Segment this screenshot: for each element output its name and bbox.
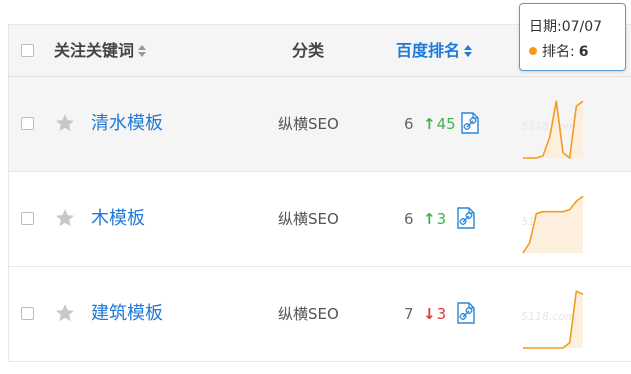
rank-change: ↓3 bbox=[423, 267, 446, 361]
tooltip-rank-value: 6 bbox=[578, 44, 589, 60]
rank-value: 6 bbox=[404, 115, 414, 133]
table-row: 清水模板 纵横SEO 6 ↑45 5118.com bbox=[9, 77, 631, 172]
tooltip-rank-label: 排名: bbox=[542, 44, 575, 60]
rank-up-arrow-icon: ↑ bbox=[423, 210, 436, 228]
snapshot-link-icon[interactable] bbox=[457, 207, 475, 229]
watermark-text: 5118.com bbox=[521, 310, 576, 323]
rank-column-label: 百度排名 bbox=[396, 41, 461, 60]
rank-trend-sparkline[interactable]: 5118.com bbox=[521, 181, 585, 257]
keyword-rank-table: 关注关键词 分类 百度排名 清水模板 纵横SEO 6 ↑45 5118.com … bbox=[8, 24, 631, 362]
row-checkbox[interactable] bbox=[21, 212, 34, 225]
star-icon[interactable] bbox=[54, 112, 76, 134]
keyword-link[interactable]: 木模板 bbox=[91, 172, 145, 266]
snapshot-link-icon[interactable] bbox=[461, 112, 479, 134]
rank-trend-sparkline[interactable]: 5118.com bbox=[521, 276, 585, 352]
row-checkbox[interactable] bbox=[21, 307, 34, 320]
rank-value: 6 bbox=[404, 210, 414, 228]
keyword-link[interactable]: 清水模板 bbox=[91, 77, 163, 171]
table-row: 木模板 纵横SEO 6 ↑3 5118.com bbox=[9, 172, 631, 267]
trend-tooltip: 日期:07/07 排名: 6 bbox=[519, 3, 626, 71]
category-column-label: 分类 bbox=[292, 41, 325, 60]
category-text: 纵横SEO bbox=[278, 210, 339, 228]
rank-change: ↑3 bbox=[423, 172, 446, 266]
series-dot-icon bbox=[529, 47, 537, 55]
rank-down-arrow-icon: ↓ bbox=[423, 305, 436, 323]
rank-column-header[interactable]: 百度排名 bbox=[396, 25, 473, 76]
select-all-checkbox[interactable] bbox=[21, 44, 34, 57]
keyword-link[interactable]: 建筑模板 bbox=[91, 267, 163, 361]
category-text: 纵横SEO bbox=[278, 305, 339, 323]
sort-arrows-icon[interactable] bbox=[464, 44, 473, 57]
rank-change-value: 45 bbox=[436, 115, 456, 133]
keyword-column-header[interactable]: 关注关键词 bbox=[54, 25, 147, 76]
star-icon[interactable] bbox=[54, 302, 76, 324]
tooltip-rank: 排名: 6 bbox=[529, 41, 588, 61]
category-text: 纵横SEO bbox=[278, 115, 339, 133]
snapshot-link-icon[interactable] bbox=[457, 302, 475, 324]
table-row: 建筑模板 纵横SEO 7 ↓3 5118.com bbox=[9, 267, 631, 361]
tooltip-date: 日期:07/07 bbox=[529, 19, 603, 35]
star-icon[interactable] bbox=[54, 207, 76, 229]
row-checkbox[interactable] bbox=[21, 117, 34, 130]
watermark-text: 5118.com bbox=[521, 120, 576, 133]
rank-up-arrow-icon: ↑ bbox=[423, 115, 436, 133]
rank-change-value: 3 bbox=[436, 305, 447, 323]
keyword-column-label: 关注关键词 bbox=[54, 41, 135, 60]
rank-change-value: 3 bbox=[436, 210, 447, 228]
rank-value: 7 bbox=[404, 305, 414, 323]
rank-change: ↑45 bbox=[423, 77, 456, 171]
rank-trend-sparkline[interactable]: 5118.com bbox=[521, 86, 585, 162]
sort-arrows-icon[interactable] bbox=[138, 44, 147, 57]
category-column-header: 分类 bbox=[292, 25, 324, 76]
